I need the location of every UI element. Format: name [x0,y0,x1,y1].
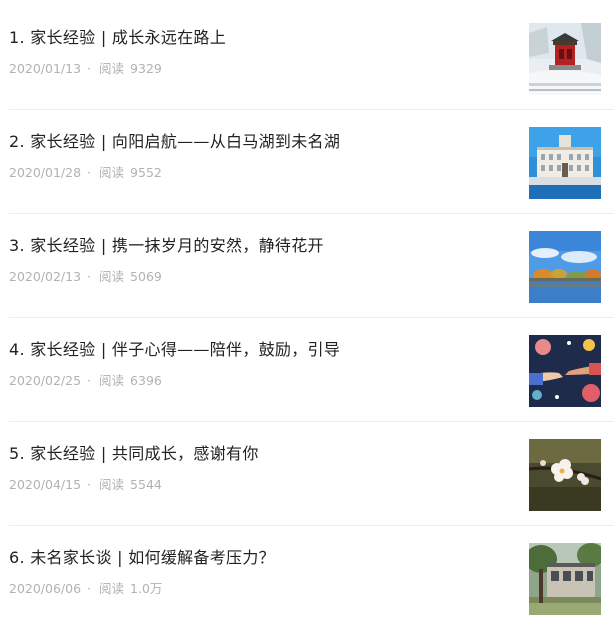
article-list: 1. 家长经验 | 成长永远在路上 2020/01/13 · 阅读 9329 2… [0,0,614,629]
list-item[interactable]: 5. 家长经验 | 共同成长，感谢有你 2020/04/15 · 阅读 5544 [0,422,614,526]
lake-with-autumn-trees-image [529,231,601,303]
views-label: 阅读 [99,373,125,388]
article-thumbnail[interactable] [529,127,601,199]
views-label: 阅读 [99,165,125,180]
article-date: 2020/04/15 [9,477,82,492]
list-item[interactable]: 6. 未名家长谈 | 如何缓解备考压力？ 2020/06/06 · 阅读 1.0万 [0,526,614,630]
article-title[interactable]: 4. 家长经验 | 伴子心得——陪伴，鼓励，引导 [9,339,340,361]
article-date: 2020/01/13 [9,61,82,76]
list-item[interactable]: 1. 家长经验 | 成长永远在路上 2020/01/13 · 阅读 9329 [0,6,614,110]
view-count: 9329 [130,61,162,76]
view-count: 6396 [130,373,162,388]
article-meta: 2020/01/28 · 阅读 9552 [9,164,162,182]
article-title[interactable]: 6. 未名家长谈 | 如何缓解备考压力？ [9,547,275,569]
article-thumbnail[interactable] [529,231,601,303]
views-label: 阅读 [99,61,125,76]
views-label: 阅读 [99,269,125,284]
campus-building-blue-sky-image [529,127,601,199]
view-count: 9552 [130,165,162,180]
meta-separator: · [87,477,92,492]
article-title[interactable]: 3. 家长经验 | 携一抹岁月的安然，静待花开 [9,235,324,257]
article-thumbnail[interactable] [529,439,601,511]
article-title[interactable]: 2. 家长经验 | 向阳启航——从白马湖到未名湖 [9,131,340,153]
white-blossom-branch-image [529,439,601,511]
meta-separator: · [87,61,92,76]
article-date: 2020/06/06 [9,581,82,596]
meta-separator: · [87,269,92,284]
meta-separator: · [87,581,92,596]
meta-separator: · [87,165,92,180]
article-meta: 2020/02/13 · 阅读 5069 [9,268,162,286]
article-thumbnail[interactable] [529,543,601,615]
list-item[interactable]: 4. 家长经验 | 伴子心得——陪伴，鼓励，引导 2020/02/25 · 阅读 63… [0,318,614,422]
view-count: 5544 [130,477,162,492]
article-title[interactable]: 1. 家长经验 | 成长永远在路上 [9,27,226,49]
article-date: 2020/02/25 [9,373,82,388]
views-label: 阅读 [99,477,125,492]
article-meta: 2020/06/06 · 阅读 1.0万 [9,580,162,598]
list-item[interactable]: 3. 家长经验 | 携一抹岁月的安然，静待花开 2020/02/13 · 阅读 506… [0,214,614,318]
article-meta: 2020/01/13 · 阅读 9329 [9,60,162,78]
view-count: 1.0万 [130,581,163,596]
list-item[interactable]: 2. 家长经验 | 向阳启航——从白马湖到未名湖 2020/01/28 · 阅读 95… [0,110,614,214]
meta-separator: · [87,373,92,388]
article-meta: 2020/02/25 · 阅读 6396 [9,372,162,390]
article-meta: 2020/04/15 · 阅读 5544 [9,476,162,494]
views-label: 阅读 [99,581,125,596]
red-pavilion-in-snow-image [529,23,601,95]
article-thumbnail[interactable] [529,335,601,407]
old-building-with-trees-image [529,543,601,615]
article-date: 2020/02/13 [9,269,82,284]
article-title[interactable]: 5. 家长经验 | 共同成长，感谢有你 [9,443,259,465]
article-thumbnail[interactable] [529,23,601,95]
holding-hands-illustration-image [529,335,601,407]
view-count: 5069 [130,269,162,284]
article-date: 2020/01/28 [9,165,82,180]
